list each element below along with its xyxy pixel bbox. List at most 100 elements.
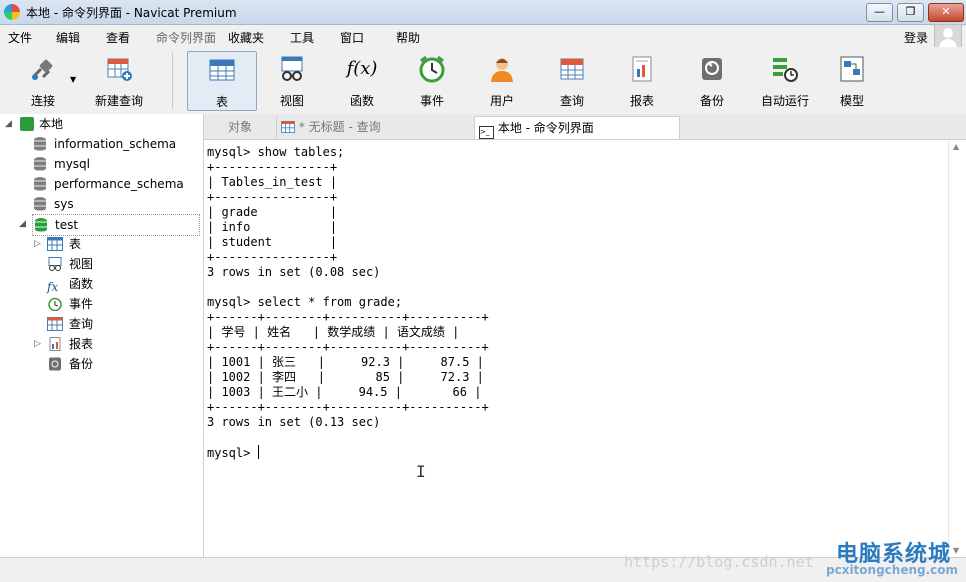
tree-db-label: sys <box>54 197 74 211</box>
query-icon <box>560 58 584 80</box>
tree-node-events[interactable]: 事件 <box>47 294 93 314</box>
view-button[interactable]: 视图 <box>257 51 327 111</box>
tab-bar: 对象 * 无标题 - 查询 >_ 本地 - 命令列界面 <box>204 114 966 140</box>
command-line-console[interactable]: mysql> show tables; +----------------+ |… <box>204 140 948 557</box>
report-icon <box>632 56 652 82</box>
tab-console[interactable]: >_ 本地 - 命令列界面 <box>474 116 680 139</box>
event-button[interactable]: 事件 <box>397 51 467 111</box>
function-button[interactable]: f(x) 函数 <box>327 51 397 111</box>
query-icon <box>47 317 63 331</box>
maximize-button[interactable]: ❐ <box>897 3 924 22</box>
database-icon <box>34 137 46 151</box>
ibeam-cursor-icon: I <box>416 462 426 481</box>
query-icon <box>281 121 295 133</box>
tab-untitled-query-label: * 无标题 - 查询 <box>298 120 381 134</box>
close-button[interactable]: ✕ <box>928 3 964 22</box>
new-query-label: 新建查询 <box>94 94 143 108</box>
function-icon: fx <box>47 280 59 294</box>
database-icon <box>34 157 46 171</box>
menu-tools[interactable]: 工具 <box>290 29 314 46</box>
tree-node-reports[interactable]: 报表 <box>47 334 93 354</box>
query-button[interactable]: 查询 <box>537 51 607 111</box>
user-button[interactable]: 用户 <box>467 51 537 111</box>
console-line: | 学号 | 姓名 | 数学成绩 | 语文成绩 | <box>207 325 460 339</box>
expand-reports-icon[interactable]: ▷ <box>34 339 41 349</box>
tree-node-tables[interactable]: 表 <box>47 234 81 254</box>
text-caret <box>257 445 259 459</box>
tree-node-functions[interactable]: fx 函数 <box>47 274 93 294</box>
user-label: 用户 <box>489 94 514 108</box>
plug-icon <box>32 59 53 80</box>
event-label: 事件 <box>419 94 444 108</box>
new-query-icon <box>107 58 132 81</box>
console-line: mysql> select * from grade; <box>207 295 403 309</box>
automation-label: 自动运行 <box>760 94 809 108</box>
tree-connection-label: 本地 <box>39 117 64 131</box>
menu-help[interactable]: 帮助 <box>396 29 420 46</box>
tree-node-label: 函数 <box>69 277 94 291</box>
collapse-test-icon[interactable]: ◢ <box>19 219 26 229</box>
console-output[interactable]: mysql> show tables; +----------------+ |… <box>204 140 948 466</box>
menu-favorites[interactable]: 收藏夹 <box>228 29 264 46</box>
menu-view[interactable]: 查看 <box>106 29 130 46</box>
report-label: 报表 <box>629 94 654 108</box>
status-bar <box>0 557 966 582</box>
tab-objects[interactable]: 对象 <box>204 116 276 138</box>
console-scrollbar[interactable] <box>948 140 966 557</box>
connect-button[interactable]: ▼ 连接 <box>8 51 78 111</box>
menu-file[interactable]: 文件 <box>8 29 32 46</box>
console-line: +----------------+ <box>207 190 338 204</box>
console-line: | 1002 | 李四 | 85 | 72.3 | <box>207 370 484 384</box>
tab-untitled-query[interactable]: * 无标题 - 查询 <box>276 116 477 138</box>
login-link[interactable]: 登录 <box>904 29 928 46</box>
tree-node-label: 视图 <box>69 257 94 271</box>
tree-db-information-schema[interactable]: information_schema <box>34 134 176 154</box>
console-line: | Tables_in_test | <box>207 175 338 189</box>
model-label: 模型 <box>839 94 864 108</box>
tree-node-views[interactable]: 视图 <box>47 254 93 274</box>
new-query-button[interactable]: 新建查询 <box>84 51 154 111</box>
console-line: +------+--------+----------+----------+ <box>207 340 489 354</box>
automation-button[interactable]: 自动运行 <box>747 51 823 111</box>
watermark-url: https://blog.csdn.net <box>624 553 814 571</box>
tree-db-label: test <box>55 218 79 232</box>
tree-connection-local[interactable]: 本地 <box>20 114 63 134</box>
tree-db-sys[interactable]: sys <box>34 194 74 214</box>
console-line: mysql> show tables; <box>207 145 345 159</box>
title-bar: 本地 - 命令列界面 - Navicat Premium — ❐ ✕ <box>0 0 966 25</box>
tree-db-test[interactable]: test <box>32 214 200 236</box>
console-line: +------+--------+----------+----------+ <box>207 400 489 414</box>
menu-console[interactable]: 命令列界面 <box>156 29 216 46</box>
expand-tables-icon[interactable]: ▷ <box>34 239 41 249</box>
backup-label: 备份 <box>699 94 724 108</box>
menu-window[interactable]: 窗口 <box>340 29 364 46</box>
view-label: 视图 <box>279 94 304 108</box>
table-button[interactable]: 表 <box>187 51 257 111</box>
tree-db-label: mysql <box>54 157 90 171</box>
backup-button[interactable]: 备份 <box>677 51 747 111</box>
database-open-icon <box>35 218 47 232</box>
tree-node-backups[interactable]: 备份 <box>47 354 93 374</box>
console-line: | 1003 | 王二小 | 94.5 | 66 | <box>207 385 482 399</box>
console-line: +----------------+ <box>207 250 338 264</box>
tree-db-performance-schema[interactable]: performance_schema <box>34 174 184 194</box>
toolbar-separator <box>172 53 173 109</box>
table-label: 表 <box>215 95 228 109</box>
console-line: | 1001 | 张三 | 92.3 | 87.5 | <box>207 355 484 369</box>
connect-dropdown-icon[interactable]: ▼ <box>70 75 76 84</box>
menu-bar: 文件 编辑 查看 命令列界面 收藏夹 工具 窗口 帮助 登录 <box>0 25 966 47</box>
minimize-button[interactable]: — <box>866 3 893 22</box>
model-button[interactable]: 模型 <box>817 51 887 111</box>
function-icon: f(x) <box>346 58 378 79</box>
tree-node-label: 备份 <box>69 357 94 371</box>
tree-node-queries[interactable]: 查询 <box>47 314 93 334</box>
report-button[interactable]: 报表 <box>607 51 677 111</box>
automation-icon <box>773 58 798 82</box>
connection-tree: ◢ 本地 information_schema mysql performanc… <box>0 114 204 558</box>
tree-db-mysql[interactable]: mysql <box>34 154 90 174</box>
tree-node-label: 事件 <box>69 297 94 311</box>
menu-edit[interactable]: 编辑 <box>56 29 80 46</box>
backup-icon <box>49 357 61 371</box>
console-line: | info | <box>207 220 338 234</box>
collapse-connection-icon[interactable]: ◢ <box>5 119 12 129</box>
